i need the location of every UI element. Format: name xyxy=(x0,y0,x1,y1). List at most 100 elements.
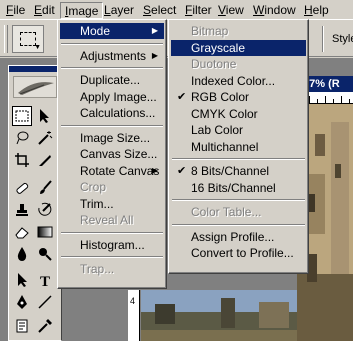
eraser-tool[interactable] xyxy=(12,222,32,242)
arrow-pointer-icon xyxy=(18,273,27,287)
magic-wand-icon xyxy=(38,131,53,145)
image-menu-separator xyxy=(61,67,163,69)
lasso-tool[interactable] xyxy=(12,128,32,148)
image-menu: Mode ▶ Adjustments ▶ Duplicate... Apply Image… xyxy=(57,19,167,289)
mode-menu-item-label: Duotone xyxy=(191,57,237,71)
mode-menu-item-grayscale[interactable]: Grayscale xyxy=(171,39,306,56)
history-brush-tool[interactable] xyxy=(35,200,55,220)
menu-help[interactable]: Help xyxy=(300,2,333,19)
rectangular-marquee-tool[interactable] xyxy=(12,106,32,126)
image-menu-item-calculations[interactable]: Calculations... xyxy=(60,105,164,121)
toolbox-title-bar[interactable] xyxy=(9,66,61,72)
image-menu-item-duplicate[interactable]: Duplicate... xyxy=(60,72,164,88)
options-divider xyxy=(322,26,324,52)
menu-view[interactable]: View xyxy=(214,2,248,19)
menu-edit[interactable]: Edit xyxy=(30,2,59,19)
document-canvas-lower[interactable] xyxy=(141,290,297,341)
image-menu-item-label: Calculations... xyxy=(80,106,156,120)
image-menu-item-label: Mode xyxy=(80,24,111,38)
mode-menu-item-label: Color Table... xyxy=(191,205,262,219)
dodge-icon xyxy=(39,248,52,261)
ruler-left: 4 xyxy=(128,290,140,341)
mode-menu-item-label: Indexed Color... xyxy=(191,73,276,88)
blur-tool[interactable] xyxy=(12,244,32,264)
mode-menu-item-bitmap: Bitmap xyxy=(171,23,306,39)
image-menu-item-rotate-canvas[interactable]: Rotate Canvas ▶ xyxy=(60,163,164,179)
healing-brush-tool[interactable] xyxy=(12,178,32,198)
mode-menu-item-color-table: Color Table... xyxy=(171,204,306,220)
image-menu-item-image-size[interactable]: Image Size... xyxy=(60,130,164,146)
image-menu-item-adjustments[interactable]: Adjustments ▶ xyxy=(60,48,164,64)
pen-nib-icon xyxy=(17,295,27,309)
menu-filter[interactable]: Filter xyxy=(181,2,216,19)
menu-layer[interactable]: Layer xyxy=(100,2,138,19)
menu-file[interactable]: File xyxy=(2,2,29,19)
image-menu-separator xyxy=(61,231,163,234)
checkmark-icon: ✔ xyxy=(177,91,187,103)
mode-menu-item-multichannel[interactable]: Multichannel xyxy=(171,139,306,155)
image-menu-item-label: Crop xyxy=(80,180,107,194)
move-tool[interactable] xyxy=(35,106,55,126)
type-t-icon: T xyxy=(40,274,50,288)
dodge-tool[interactable] xyxy=(35,244,55,264)
image-menu-item-trim[interactable]: Trim... xyxy=(60,196,164,212)
pen-tool[interactable] xyxy=(12,292,32,312)
magic-wand-tool[interactable] xyxy=(35,128,55,148)
eyedropper-tool[interactable] xyxy=(35,316,55,336)
marquee-icon xyxy=(15,110,29,122)
history-brush-icon xyxy=(38,202,52,216)
image-menu-item-trap: Trap... xyxy=(60,261,164,277)
menu-image[interactable]: Image xyxy=(60,2,104,19)
image-menu-item-label: Reveal All xyxy=(80,213,134,227)
stamp-icon xyxy=(16,204,28,216)
mode-menu-item-label: Lab Color xyxy=(191,123,244,137)
line-icon xyxy=(38,295,52,309)
checkmark-icon: ✔ xyxy=(177,165,187,177)
brush-tool[interactable] xyxy=(35,178,55,198)
slice-tool[interactable] xyxy=(35,150,55,170)
path-selection-tool[interactable] xyxy=(12,270,32,290)
image-menu-item-canvas-size[interactable]: Canvas Size... xyxy=(60,146,164,162)
mode-submenu: Bitmap Grayscale Duotone Indexed Color... ✔ R… xyxy=(168,19,309,274)
bandage-icon xyxy=(16,182,29,194)
menu-bar: File Edit Image Layer Select Filter View… xyxy=(0,0,353,20)
mode-menu-item-rgb-color[interactable]: ✔ RGB Color xyxy=(171,89,306,105)
lasso-icon xyxy=(16,131,29,145)
ruler-left-label: 4 xyxy=(130,296,136,306)
notes-tool[interactable] xyxy=(12,316,32,336)
menu-select[interactable]: Select xyxy=(139,2,180,19)
crop-icon xyxy=(15,153,29,167)
gradient-tool[interactable] xyxy=(35,222,55,242)
image-menu-separator xyxy=(61,124,163,127)
image-menu-item-label: Trap... xyxy=(80,262,115,276)
clone-stamp-tool[interactable] xyxy=(12,200,32,220)
image-menu-item-mode[interactable]: Mode ▶ xyxy=(60,23,164,39)
mode-menu-item-lab-color[interactable]: Lab Color xyxy=(171,122,306,138)
gradient-icon xyxy=(37,226,53,238)
line-tool[interactable] xyxy=(35,292,55,312)
toolbox-palette: T xyxy=(8,65,62,341)
options-bar-grip[interactable] xyxy=(4,25,8,53)
image-menu-item-label: Canvas Size... xyxy=(80,147,158,161)
mode-menu-item-label: CMYK Color xyxy=(191,106,258,121)
mode-menu-item-8-bits-channel[interactable]: ✔ 8 Bits/Channel xyxy=(171,163,306,179)
photoshop-feather-icon[interactable] xyxy=(13,76,57,98)
image-menu-item-label: Apply Image... xyxy=(80,89,157,104)
crop-tool[interactable] xyxy=(12,150,32,170)
mode-menu-item-indexed-color[interactable]: Indexed Color... xyxy=(171,73,306,89)
mode-menu-item-cmyk-color[interactable]: CMYK Color xyxy=(171,106,306,122)
mode-menu-item-convert-to-profile[interactable]: Convert to Profile... xyxy=(171,245,306,261)
mode-menu-item-16-bits-channel[interactable]: 16 Bits/Channel xyxy=(171,180,306,196)
image-menu-item-label: Histogram... xyxy=(80,237,145,252)
mode-menu-item-label: 16 Bits/Channel xyxy=(191,180,276,195)
submenu-arrow-icon: ▶ xyxy=(151,165,158,175)
tool-preset-picker[interactable]: ▼ xyxy=(12,25,44,53)
type-tool[interactable]: T xyxy=(35,270,55,290)
move-arrow-icon xyxy=(40,109,49,123)
menu-window[interactable]: Window xyxy=(249,2,300,19)
image-menu-item-apply-image[interactable]: Apply Image... xyxy=(60,89,164,105)
landscape-image xyxy=(141,290,297,341)
mode-menu-item-assign-profile[interactable]: Assign Profile... xyxy=(171,229,306,245)
submenu-arrow-icon: ▶ xyxy=(151,50,158,60)
image-menu-item-histogram[interactable]: Histogram... xyxy=(60,237,164,253)
